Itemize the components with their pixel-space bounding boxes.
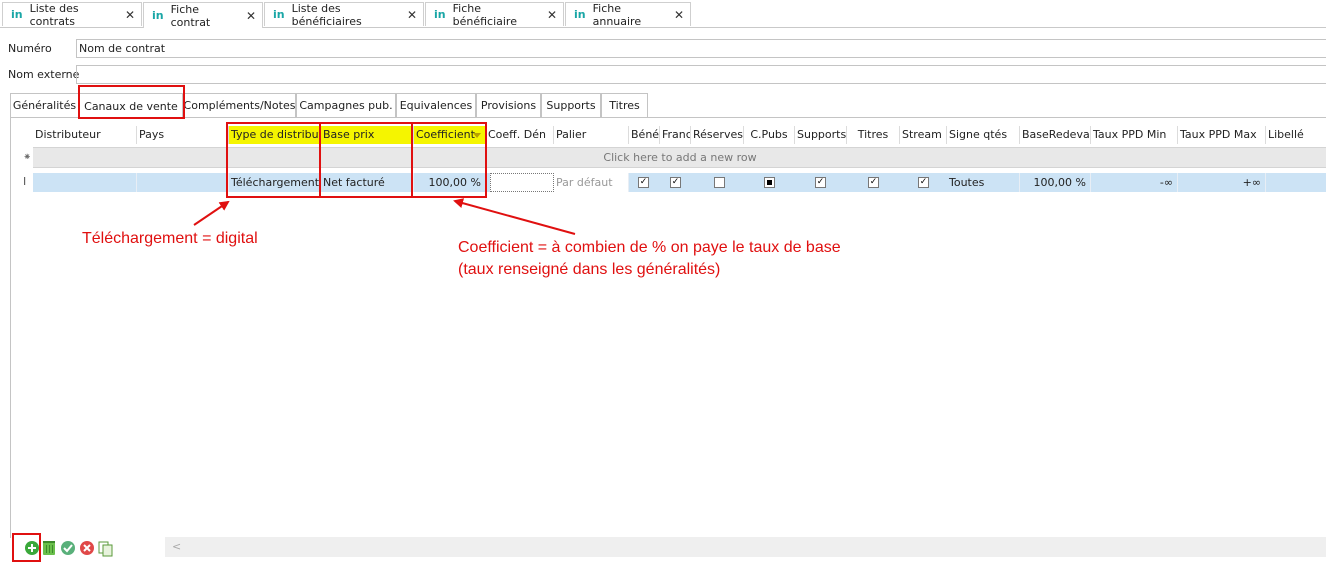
scroll-left-icon[interactable]: < [172,540,181,553]
delete-icon[interactable] [43,541,55,555]
annotation-type-distribution: Téléchargement = digital [82,230,258,247]
copy-icon[interactable] [98,541,113,557]
annotation-arrows [193,198,576,235]
validate-icon[interactable] [61,541,75,555]
annotation-coefficient-line1: Coefficient = à combien de % on paye le … [458,239,841,256]
horizontal-scrollbar[interactable]: < [165,537,1326,557]
add-icon[interactable] [25,541,39,555]
annotation-coefficient-line2: (taux renseigné dans les généralités) [458,261,721,278]
cancel-icon[interactable] [80,541,94,555]
